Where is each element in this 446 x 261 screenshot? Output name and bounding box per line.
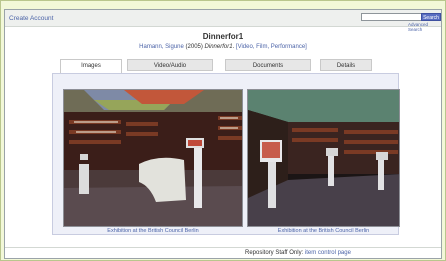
item-types[interactable]: [Video, Film, Performance] bbox=[236, 44, 307, 50]
tab-images[interactable]: Images bbox=[60, 59, 122, 73]
citation: Hamann, Sigune (2005) Dinnerfor1. [Video… bbox=[5, 44, 441, 50]
search-button[interactable]: Search bbox=[421, 13, 441, 21]
repository-staff-line: Repository Staff Only: item control page bbox=[245, 250, 435, 256]
advanced-search-link[interactable]: Advanced Search bbox=[408, 22, 441, 32]
year-text: (2005) bbox=[185, 44, 203, 50]
browser-window: Create Account Search Advanced Search Di… bbox=[4, 9, 442, 259]
top-bar: Create Account Search Advanced Search bbox=[5, 10, 441, 32]
item-control-page-link[interactable]: item control page bbox=[305, 250, 351, 256]
creator-link[interactable]: Hamann, Sigune bbox=[139, 44, 184, 50]
tab-documents[interactable]: Documents bbox=[225, 59, 311, 71]
page-title: Dinnerfor1 bbox=[202, 32, 244, 41]
image-2-caption[interactable]: Exhibition at the British Council Berlin bbox=[247, 228, 400, 234]
create-account-link[interactable]: Create Account bbox=[9, 15, 53, 22]
exhibition-image-2[interactable] bbox=[247, 89, 400, 227]
search-input[interactable] bbox=[361, 13, 425, 21]
tab-video-audio[interactable]: Video/Audio bbox=[127, 59, 213, 71]
footer-divider bbox=[5, 247, 441, 248]
tab-bar: Images Video/Audio Documents Details bbox=[52, 59, 378, 73]
exhibition-image-1[interactable] bbox=[63, 89, 243, 227]
staff-prefix: Repository Staff Only: bbox=[245, 250, 304, 256]
work-title: Dinnerfor1 bbox=[204, 44, 233, 50]
image-1-caption[interactable]: Exhibition at the British Council Berlin bbox=[63, 228, 243, 234]
tab-details[interactable]: Details bbox=[320, 59, 372, 71]
